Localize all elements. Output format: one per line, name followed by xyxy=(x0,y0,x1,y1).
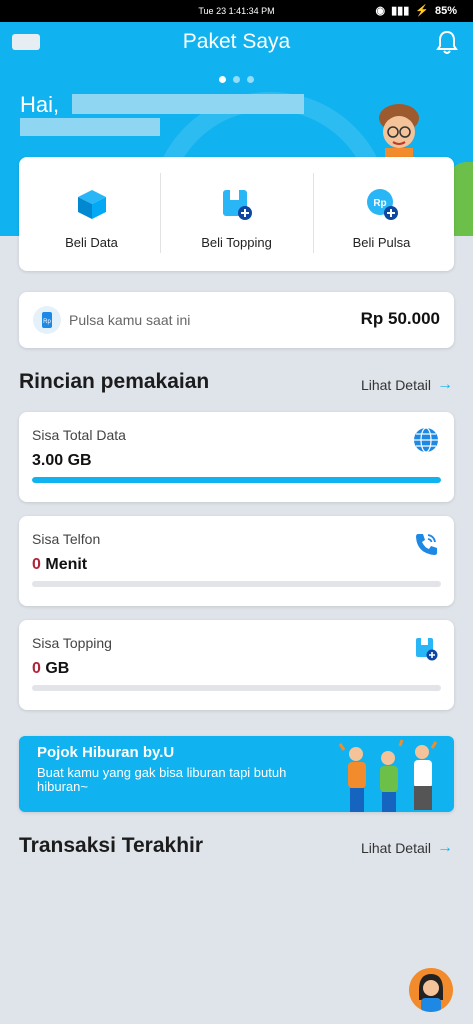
usage-label: Sisa Topping xyxy=(32,635,112,651)
transactions-detail-link[interactable]: Lihat Detail → xyxy=(361,839,453,857)
banner-subtitle: Buat kamu yang gak bisa liburan tapi but… xyxy=(37,765,287,794)
charging-icon: ⚡ xyxy=(415,5,429,17)
usage-value: 0 GB xyxy=(32,660,69,678)
usage-card-phone[interactable]: Sisa Telfon 0 Menit xyxy=(19,516,454,606)
hotspot-icon: ◉ xyxy=(375,5,386,17)
promo-banner[interactable]: Pojok Hiburan by.U Buat kamu yang gak bi… xyxy=(19,736,454,812)
arrow-right-icon: → xyxy=(437,376,453,393)
buy-pulsa-label: Beli Pulsa xyxy=(352,235,411,250)
usage-progress-bar xyxy=(32,685,441,691)
usage-value: 3.00 GB xyxy=(32,452,92,470)
usage-progress-fill xyxy=(32,477,441,483)
redacted-number xyxy=(20,118,160,136)
svg-text:Rp: Rp xyxy=(373,198,386,209)
buy-topping-label: Beli Topping xyxy=(201,235,272,250)
topping-icon xyxy=(218,185,256,223)
greeting-text: Hai, xyxy=(20,92,60,117)
redacted-name xyxy=(72,94,304,114)
arrow-right-icon: → xyxy=(437,839,453,856)
usage-amount: 0 xyxy=(32,660,41,677)
assistant-avatar-button[interactable] xyxy=(409,968,453,1012)
carousel-dots xyxy=(0,76,473,83)
usage-progress-bar xyxy=(32,477,441,483)
buy-data-label: Beli Data xyxy=(65,235,118,250)
notification-bell-icon[interactable] xyxy=(435,30,459,56)
usage-section-title: Rincian pemakaian xyxy=(19,370,210,393)
globe-icon xyxy=(412,426,440,454)
buy-data-button[interactable]: Beli Data xyxy=(19,157,164,271)
usage-label: Sisa Telfon xyxy=(32,531,101,547)
battery-level: 85% xyxy=(434,4,457,17)
buy-topping-button[interactable]: Beli Topping xyxy=(164,157,309,271)
signal-icon: ▮▮▮ xyxy=(391,5,410,17)
carousel-dot[interactable] xyxy=(247,76,254,83)
usage-unit: Menit xyxy=(45,556,88,573)
assistant-avatar-icon xyxy=(409,968,453,1012)
usage-unit: GB xyxy=(45,660,70,677)
svg-text:Rp: Rp xyxy=(43,319,51,325)
usage-value: 0 Menit xyxy=(32,556,87,574)
transactions-detail-label: Lihat Detail xyxy=(360,840,431,856)
usage-detail-label: Lihat Detail xyxy=(360,377,431,393)
balance-value: Rp 50.000 xyxy=(360,309,440,328)
carousel-dot[interactable] xyxy=(219,76,226,83)
page-title: Paket Saya xyxy=(182,30,291,53)
quick-actions-card: Beli Data Beli Topping Rp Beli Pulsa xyxy=(19,157,454,271)
pulsa-icon: Rp xyxy=(363,185,401,223)
usage-amount: 3.00 xyxy=(32,452,64,469)
usage-unit: GB xyxy=(67,452,92,469)
phone-icon xyxy=(412,530,440,558)
usage-detail-link[interactable]: Lihat Detail → xyxy=(361,376,453,394)
buy-pulsa-button[interactable]: Rp Beli Pulsa xyxy=(309,157,454,271)
banner-title: Pojok Hiburan by.U xyxy=(37,744,175,761)
carousel-dot[interactable] xyxy=(233,76,240,83)
usage-card-topping[interactable]: Sisa Topping 0 GB xyxy=(19,620,454,710)
usage-progress-bar xyxy=(32,581,441,587)
balance-card[interactable]: Rp Pulsa kamu saat ini Rp 50.000 xyxy=(19,292,454,348)
wallet-phone-icon: Rp xyxy=(33,306,61,334)
cube-icon xyxy=(73,185,111,223)
transactions-section-title: Transaksi Terakhir xyxy=(19,834,204,857)
mascot-illustration xyxy=(379,104,419,158)
divider xyxy=(160,173,161,253)
balance-label: Pulsa kamu saat ini xyxy=(69,312,191,328)
status-icons: ◉ ▮▮▮ ⚡ 85% xyxy=(375,4,457,18)
divider xyxy=(313,173,314,253)
topping-icon xyxy=(412,634,440,662)
status-bar: Tue 23 1:41:34 PM ◉ ▮▮▮ ⚡ 85% xyxy=(0,0,473,22)
people-illustration xyxy=(338,739,438,812)
usage-amount: 0 xyxy=(32,556,41,573)
usage-label: Sisa Total Data xyxy=(32,427,126,443)
usage-card-data[interactable]: Sisa Total Data 3.00 GB xyxy=(19,412,454,502)
